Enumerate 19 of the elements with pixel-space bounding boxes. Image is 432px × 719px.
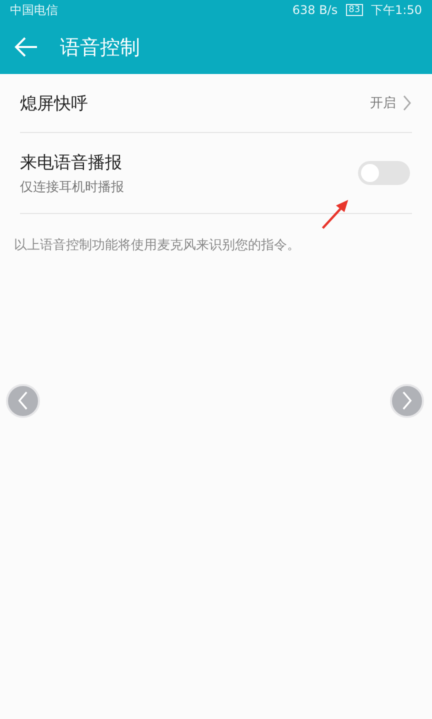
next-button[interactable] bbox=[390, 384, 424, 418]
status-time: 下午1:50 bbox=[371, 3, 422, 17]
carrier-name: 中国电信 bbox=[10, 3, 58, 17]
toggle-switch[interactable] bbox=[358, 161, 410, 185]
info-note: 以上语音控制功能将使用麦克风来识别您的指令。 bbox=[14, 237, 300, 254]
battery-level: 83 bbox=[346, 4, 364, 16]
page-title: 语音控制 bbox=[60, 34, 140, 60]
previous-button[interactable] bbox=[6, 384, 40, 418]
setting-value: 开启 bbox=[370, 95, 396, 112]
chevron-right-icon bbox=[402, 95, 412, 111]
annotation-arrow bbox=[320, 198, 350, 230]
back-icon[interactable] bbox=[14, 37, 38, 57]
setting-title: 熄屏快呼 bbox=[20, 92, 88, 114]
network-speed: 638 B/s bbox=[292, 3, 338, 17]
chevron-right-icon bbox=[401, 391, 413, 411]
chevron-left-icon bbox=[17, 391, 29, 411]
setting-subtitle: 仅连接耳机时播报 bbox=[20, 178, 124, 196]
setting-title: 来电语音播报 bbox=[20, 152, 123, 174]
settings-row[interactable]: 熄屏快呼 开启 bbox=[20, 74, 412, 133]
